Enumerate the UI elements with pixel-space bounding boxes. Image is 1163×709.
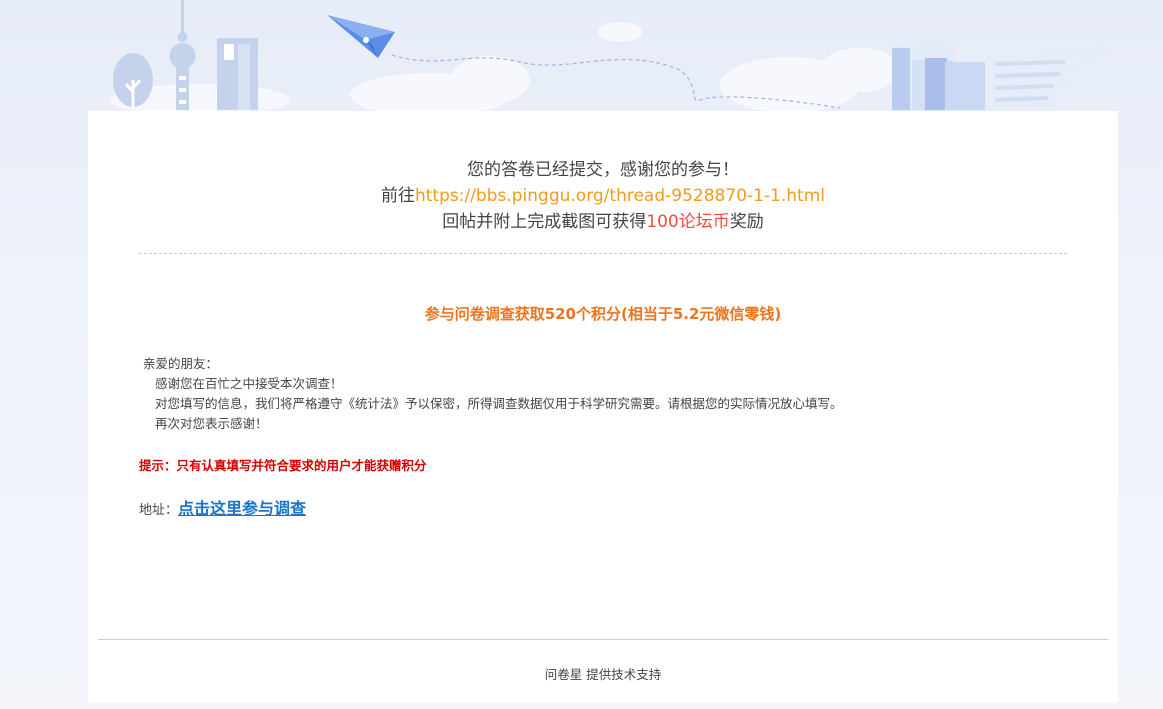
footer-divider (98, 639, 1108, 640)
letter-line: 对您填写的信息，我们将严格遵守《统计法》予以保密，所得调查数据仅用于科学研究需要… (155, 396, 843, 411)
tip-text: 提示：只有认真填写并符合要求的用户才能获赠积分 (139, 458, 427, 473)
thanks-line: 您的答卷已经提交，感谢您的参与！ (467, 160, 739, 180)
footer-credit: 问卷星 提供技术支持 (544, 667, 662, 682)
intro-letter: 亲爱的朋友： 感谢您在百忙之中接受本次调查！ 对您填写的信息，我们将严格遵守《统… (143, 354, 1043, 434)
forum-link-prefix: 前往 (380, 186, 415, 206)
letter-line: 感谢您在百忙之中接受本次调查！ (155, 376, 343, 391)
letter-greeting: 亲爱的朋友： (143, 356, 219, 371)
forum-link-line: 前往https://bbs.pinggu.org/thread-9528870-… (88, 183, 1118, 209)
reward-prefix: 回帖并附上完成截图可获得 (442, 212, 647, 232)
survey-headline: 参与问卷调查获取520个积分(相当于5.2元微信零钱) (424, 305, 782, 323)
address-label: 地址： (139, 503, 179, 518)
result-card: 您的答卷已经提交，感谢您的参与！ 前往https://bbs.pinggu.or… (88, 111, 1118, 703)
survey-link[interactable]: 点击这里参与调查 (178, 499, 306, 518)
reward-suffix: 奖励 (729, 212, 764, 232)
forum-thread-link[interactable]: https://bbs.pinggu.org/thread-9528870-1-… (415, 186, 825, 206)
header-illustration (0, 0, 1163, 117)
dashed-divider (139, 253, 1067, 254)
skyscraper-icon (217, 38, 258, 110)
address-row: 地址：点击这里参与调查 (139, 495, 306, 519)
letter-line: 再次对您表示感谢！ (155, 416, 268, 431)
scroll-paper-icon (985, 46, 1109, 110)
books-icon (892, 38, 989, 110)
reward-amount: 100论坛币 (646, 212, 730, 232)
submission-thanks: 您的答卷已经提交，感谢您的参与！ 前往https://bbs.pinggu.or… (88, 157, 1118, 235)
reward-line: 回帖并附上完成截图可获得100论坛币奖励 (88, 209, 1118, 235)
